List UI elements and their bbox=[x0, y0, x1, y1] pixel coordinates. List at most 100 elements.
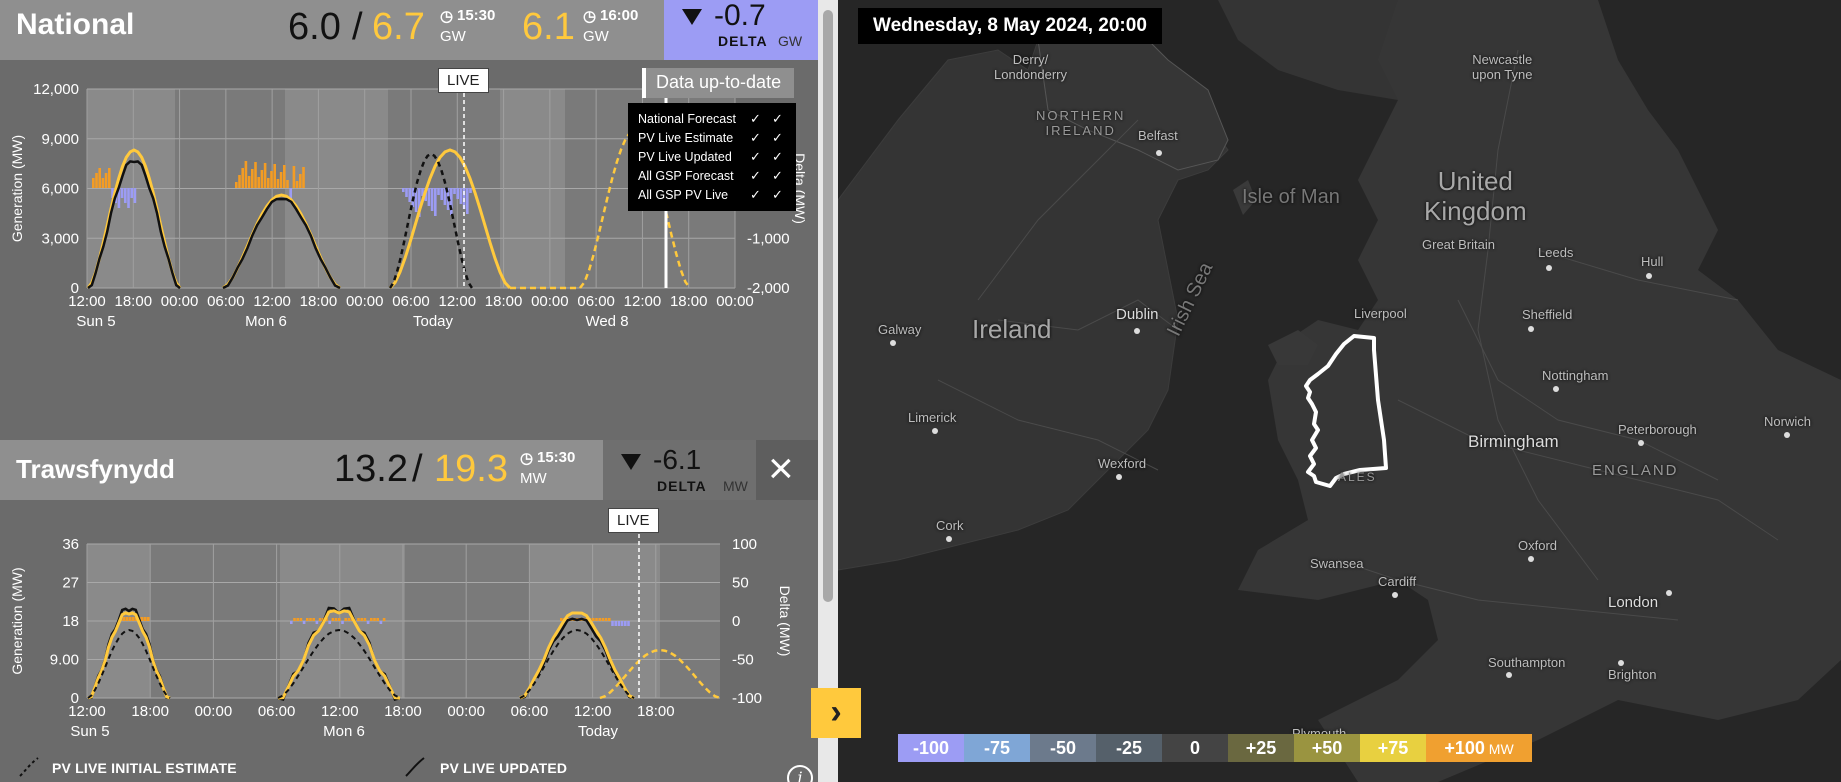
data-status-button[interactable]: Data up-to-date bbox=[642, 68, 794, 98]
national-delta-unit: GW bbox=[778, 33, 803, 49]
delta-bar bbox=[318, 618, 322, 621]
gsp-actual-value: 19.3 bbox=[434, 448, 508, 490]
delta-bar bbox=[595, 618, 598, 621]
scale-cell: -75 bbox=[964, 734, 1030, 762]
delta-bar bbox=[405, 188, 408, 197]
chevron-right-icon: › bbox=[830, 693, 842, 731]
gsp-clock-icon: ◷ bbox=[520, 450, 534, 467]
delta-bar bbox=[302, 167, 305, 188]
x-tick-label: 00:00 bbox=[346, 293, 384, 310]
check-icon: ✓ bbox=[772, 167, 783, 183]
x-tick-label: 12:00 bbox=[321, 703, 359, 720]
label-newcastle: Newcastle upon Tyne bbox=[1472, 52, 1533, 82]
scale-cell: +25 bbox=[1228, 734, 1294, 762]
left-panel-scrollbar[interactable] bbox=[818, 0, 838, 782]
dot-belfast bbox=[1156, 150, 1162, 156]
delta-bar bbox=[260, 170, 264, 188]
dot-southampton bbox=[1506, 672, 1512, 678]
delta-down-icon bbox=[621, 454, 641, 470]
close-button[interactable]: × bbox=[756, 440, 818, 500]
delta-bar bbox=[129, 617, 132, 621]
label-peterborough: Peterborough bbox=[1618, 422, 1697, 437]
delta-bar bbox=[357, 618, 360, 621]
x-tick-label: 00:00 bbox=[447, 703, 485, 720]
label-galway: Galway bbox=[878, 322, 922, 337]
map[interactable]: Wednesday, 8 May 2024, 20:00 Derry/ Lond… bbox=[838, 0, 1841, 782]
delta-bar bbox=[427, 188, 431, 206]
delta-bar bbox=[309, 618, 312, 621]
x-tick-label: 18:00 bbox=[300, 293, 338, 310]
y2-tick-label: -50 bbox=[732, 652, 754, 669]
x-tick-label: 18:00 bbox=[670, 293, 708, 310]
delta-bar bbox=[312, 618, 315, 621]
data-status-popover: National Forecast ✓ ✓ PV Live Estimate ✓ ✓ PV … bbox=[628, 103, 796, 211]
legend-initial-estimate[interactable]: PV LIVE INITIAL ESTIMATE bbox=[52, 760, 237, 776]
day-label: Today bbox=[413, 313, 454, 330]
status-row-label: All GSP Forecast bbox=[638, 168, 734, 183]
label-norwich: Norwich bbox=[1764, 414, 1811, 429]
delta-bar bbox=[95, 173, 98, 188]
delta-bar bbox=[92, 178, 95, 188]
delta-bar bbox=[251, 169, 254, 188]
delta-bar bbox=[430, 188, 434, 211]
label-dublin: Dublin bbox=[1116, 306, 1159, 323]
dot-nottingham bbox=[1553, 386, 1559, 392]
label-nottingham: Nottingham bbox=[1542, 368, 1609, 383]
label-england: ENGLAND bbox=[1592, 462, 1679, 479]
delta-bar bbox=[292, 166, 296, 188]
national-clock2-icon: ◷ bbox=[583, 8, 597, 25]
x-tick-label: 06:00 bbox=[511, 703, 549, 720]
scale-cell: +50 bbox=[1294, 734, 1360, 762]
y-tick-label: 12,000 bbox=[33, 81, 79, 98]
x-tick-label: 18:00 bbox=[485, 293, 523, 310]
delta-bar bbox=[273, 164, 276, 188]
check-icon: ✓ bbox=[750, 129, 761, 145]
label-derry: Derry/ Londonderry bbox=[994, 52, 1067, 82]
delta-bar bbox=[238, 175, 241, 188]
day-label: Sun 5 bbox=[76, 313, 115, 330]
label-oxford: Oxford bbox=[1518, 538, 1558, 553]
delta-bar bbox=[263, 163, 267, 188]
delta-bar bbox=[627, 621, 630, 626]
info-icon[interactable]: i bbox=[787, 765, 813, 782]
x-tick-label: 18:00 bbox=[131, 703, 169, 720]
check-icon: ✓ bbox=[750, 148, 761, 164]
x-tick-label: 18:00 bbox=[115, 293, 153, 310]
scrollbar-thumb[interactable] bbox=[823, 10, 833, 602]
y-axis-label: Generation (MW) bbox=[9, 567, 25, 674]
gsp-slash: / bbox=[412, 448, 423, 490]
label-birmingham: Birmingham bbox=[1468, 432, 1559, 451]
delta-bar bbox=[617, 621, 621, 626]
y-tick-label: 18 bbox=[62, 613, 79, 630]
legend-dashed-line-icon bbox=[19, 757, 39, 777]
delta-bar bbox=[130, 188, 133, 198]
check-icon: ✓ bbox=[750, 186, 761, 202]
scale-unit: MW bbox=[1484, 741, 1514, 757]
dot-cardiff bbox=[1392, 592, 1398, 598]
gsp-time: 15:30 bbox=[537, 449, 576, 466]
legend-updated[interactable]: PV LIVE UPDATED bbox=[440, 760, 567, 776]
legend-solid-line-icon bbox=[405, 757, 425, 777]
delta-bar bbox=[241, 168, 244, 188]
scale-cell: -25 bbox=[1096, 734, 1162, 762]
delta-bar bbox=[466, 188, 469, 214]
label-northern-ireland: NORTHERN IRELAND bbox=[1036, 108, 1126, 138]
delta-bar bbox=[376, 618, 379, 621]
label-cork: Cork bbox=[936, 518, 964, 533]
delta-bar bbox=[267, 178, 270, 188]
delta-bar bbox=[276, 179, 280, 188]
delta-bar bbox=[592, 618, 595, 621]
expand-button[interactable]: › bbox=[811, 688, 861, 738]
scale-cell: +75 bbox=[1360, 734, 1426, 762]
delta-bar bbox=[104, 173, 108, 188]
scale-cell: +100 MW bbox=[1426, 734, 1532, 762]
national-delta-box: -0.7 DELTA GW bbox=[664, 0, 818, 60]
delta-bar bbox=[604, 618, 608, 621]
gsp-chart[interactable]: 3627189.000100500-50-10012:00 18:00 00:00 0… bbox=[0, 500, 818, 744]
delta-bar bbox=[315, 621, 319, 624]
gsp-delta-label: DELTA bbox=[657, 478, 707, 494]
delta-bar bbox=[108, 168, 111, 188]
y2-tick-label: 0 bbox=[732, 613, 740, 630]
label-isle-of-man: Isle of Man bbox=[1242, 186, 1340, 208]
delta-bar bbox=[299, 174, 302, 188]
